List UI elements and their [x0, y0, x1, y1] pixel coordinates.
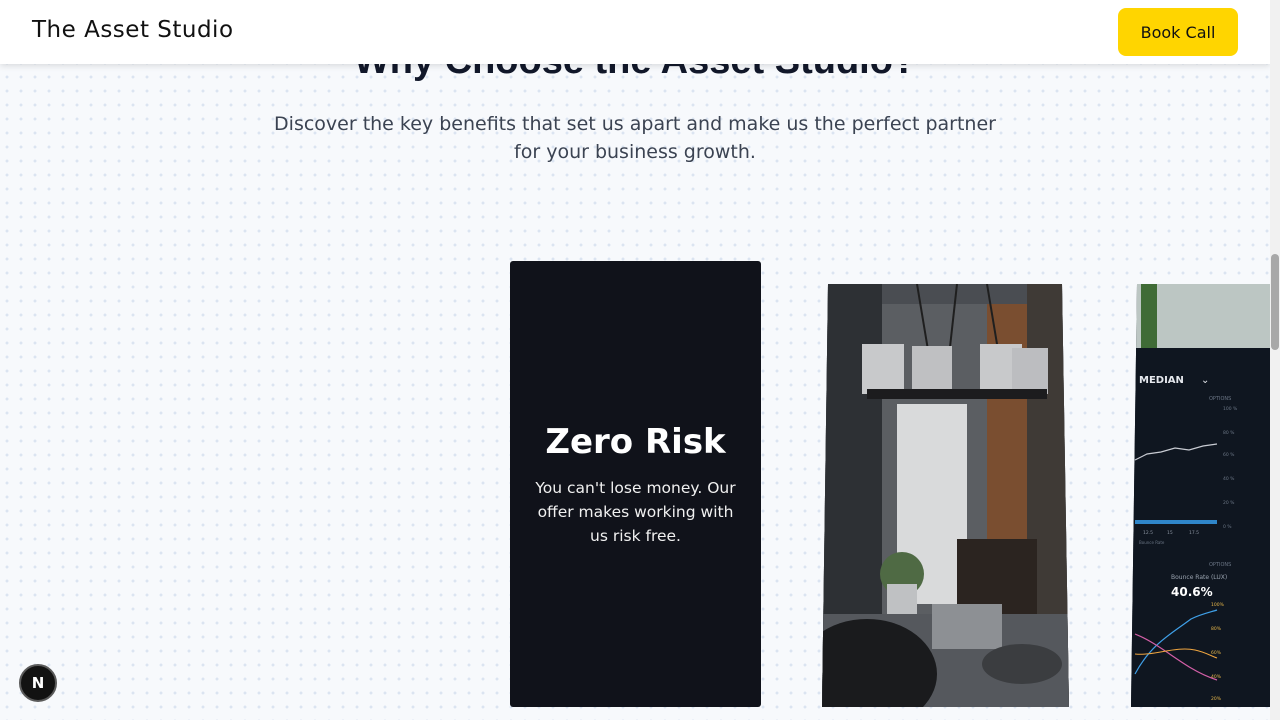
y-tick: 0 %: [1223, 524, 1232, 530]
x-tick: 12.5: [1143, 530, 1153, 536]
lower-tick: 100%: [1211, 602, 1225, 608]
office-photo-card[interactable]: [822, 284, 1069, 707]
scrollbar-thumb[interactable]: [1271, 254, 1279, 350]
chevron-down-icon: ⌄: [1201, 375, 1209, 386]
office-photo: [822, 284, 1069, 707]
y-tick: 100 %: [1223, 406, 1238, 412]
analytics-dashboard: MEDIAN ⌄ OPTIONS 100 % 80 % 60 % 40 % 20…: [1131, 284, 1270, 707]
page: Why Choose the Asset Studio? Discover th…: [0, 0, 1270, 720]
lower-tick: 80%: [1211, 626, 1222, 632]
y-tick: 20 %: [1223, 500, 1235, 506]
analytics-dashboard-card[interactable]: MEDIAN ⌄ OPTIONS 100 % 80 % 60 % 40 % 20…: [1131, 284, 1270, 707]
zero-risk-text: You can't lose money. Our offer makes wo…: [535, 479, 736, 545]
bounce-rate-label: Bounce Rate (LUX): [1171, 574, 1227, 581]
x-tick: 17.5: [1189, 530, 1199, 536]
options-label: OPTIONS: [1209, 396, 1231, 402]
lower-tick: 20%: [1211, 696, 1222, 702]
brand-logo[interactable]: The Asset Studio: [32, 17, 234, 43]
y-tick: 80 %: [1223, 430, 1235, 436]
next-js-badge[interactable]: N: [19, 664, 57, 702]
bounce-rate-value: 40.6%: [1171, 585, 1213, 599]
options-label-2: OPTIONS: [1209, 562, 1231, 568]
zero-risk-title: Zero Risk: [545, 422, 726, 462]
y-tick: 40 %: [1223, 476, 1235, 482]
legend-label: Bounce Rate: [1139, 540, 1165, 545]
page-scrollbar[interactable]: [1270, 0, 1280, 720]
y-tick: 60 %: [1223, 452, 1235, 458]
x-axis-ticks: 12.5 15 17.5: [1143, 530, 1199, 536]
site-header: The Asset Studio Book Call: [0, 0, 1270, 64]
dashboard-bar: [1135, 520, 1217, 524]
lower-tick: 60%: [1211, 650, 1222, 656]
dashboard-filter-label: MEDIAN: [1139, 375, 1184, 386]
lower-tick: 40%: [1211, 674, 1222, 680]
book-call-button[interactable]: Book Call: [1118, 8, 1238, 56]
x-tick: 15: [1167, 530, 1173, 536]
section-subtitle: Discover the key benefits that set us ap…: [274, 113, 996, 163]
